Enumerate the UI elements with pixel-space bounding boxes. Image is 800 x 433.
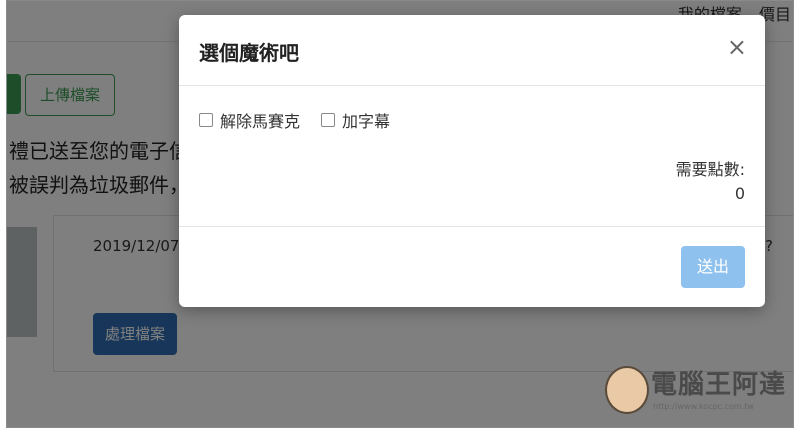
option-remove-mosaic[interactable]: 解除馬賽克	[199, 108, 300, 132]
magic-modal: 選個魔術吧 × 解除馬賽克 加字幕 需要點數: 0 送出	[179, 15, 765, 307]
modal-body: 解除馬賽克 加字幕 需要點數: 0	[179, 86, 765, 226]
modal-title: 選個魔術吧	[199, 41, 299, 65]
modal-footer: 送出	[179, 226, 765, 307]
remove-mosaic-label: 解除馬賽克	[220, 112, 301, 131]
points-required-value: 0	[734, 184, 745, 203]
add-subtitles-label: 加字幕	[342, 112, 391, 131]
screenshot-frame: 我的檔案 價目 上傳檔案 禮已送至您的電子信 被誤判為垃圾郵件， 2019/12…	[6, 0, 794, 428]
submit-button[interactable]: 送出	[681, 246, 745, 288]
close-icon[interactable]: ×	[727, 35, 747, 59]
mascot-face-icon	[605, 366, 649, 414]
watermark: 電腦王阿達 http://www.kocpc.com.tw	[601, 362, 791, 420]
watermark-text: 電腦王阿達	[651, 370, 787, 400]
add-subtitles-checkbox[interactable]	[321, 113, 335, 127]
option-add-subtitles[interactable]: 加字幕	[321, 108, 390, 132]
modal-header: 選個魔術吧 ×	[179, 15, 765, 86]
remove-mosaic-checkbox[interactable]	[199, 113, 213, 127]
watermark-url: http://www.kocpc.com.tw	[653, 402, 754, 411]
points-required-label: 需要點數:	[675, 160, 745, 179]
